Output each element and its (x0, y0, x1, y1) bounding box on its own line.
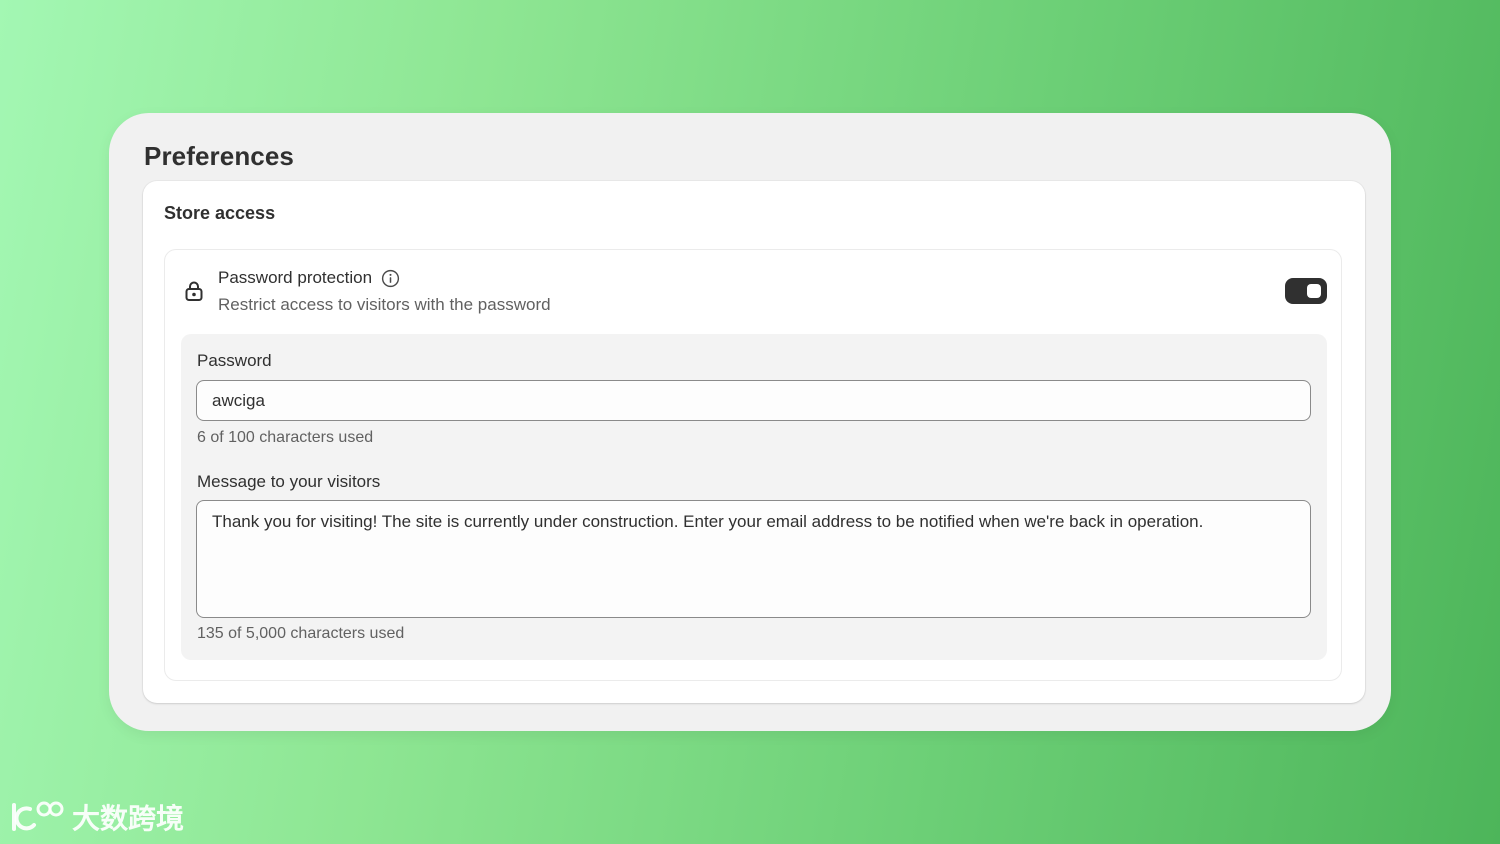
password-settings-panel: Password awciga 6 of 100 characters used… (181, 334, 1327, 660)
lock-icon (184, 280, 204, 302)
password-protection-option: Password protection Restrict access to v… (164, 249, 1342, 681)
section-title: Store access (164, 203, 276, 223)
info-icon[interactable] (381, 269, 400, 288)
watermark: 大数跨境 (10, 797, 184, 837)
password-protection-description: Restrict access to visitors with the pas… (218, 295, 551, 314)
preferences-card: Preferences Store access Password protec… (109, 113, 1391, 731)
password-protection-toggle[interactable] (1285, 278, 1327, 304)
password-input[interactable]: awciga (196, 380, 1311, 421)
password-protection-label: Password protection (218, 268, 373, 287)
password-char-count: 6 of 100 characters used (197, 429, 374, 446)
toggle-knob (1307, 284, 1321, 298)
password-label: Password (197, 351, 272, 370)
store-access-card: Store access Password protection Restric… (143, 181, 1365, 703)
watermark-logo-icon (12, 801, 64, 831)
watermark-text: 大数跨境 (72, 802, 185, 835)
page-title: Preferences (144, 141, 294, 171)
message-label: Message to your visitors (197, 472, 381, 491)
message-textarea[interactable]: Thank you for visiting! The site is curr… (196, 500, 1311, 618)
message-char-count: 135 of 5,000 characters used (197, 625, 405, 642)
password-protection-label-row: Password protection (218, 268, 400, 288)
